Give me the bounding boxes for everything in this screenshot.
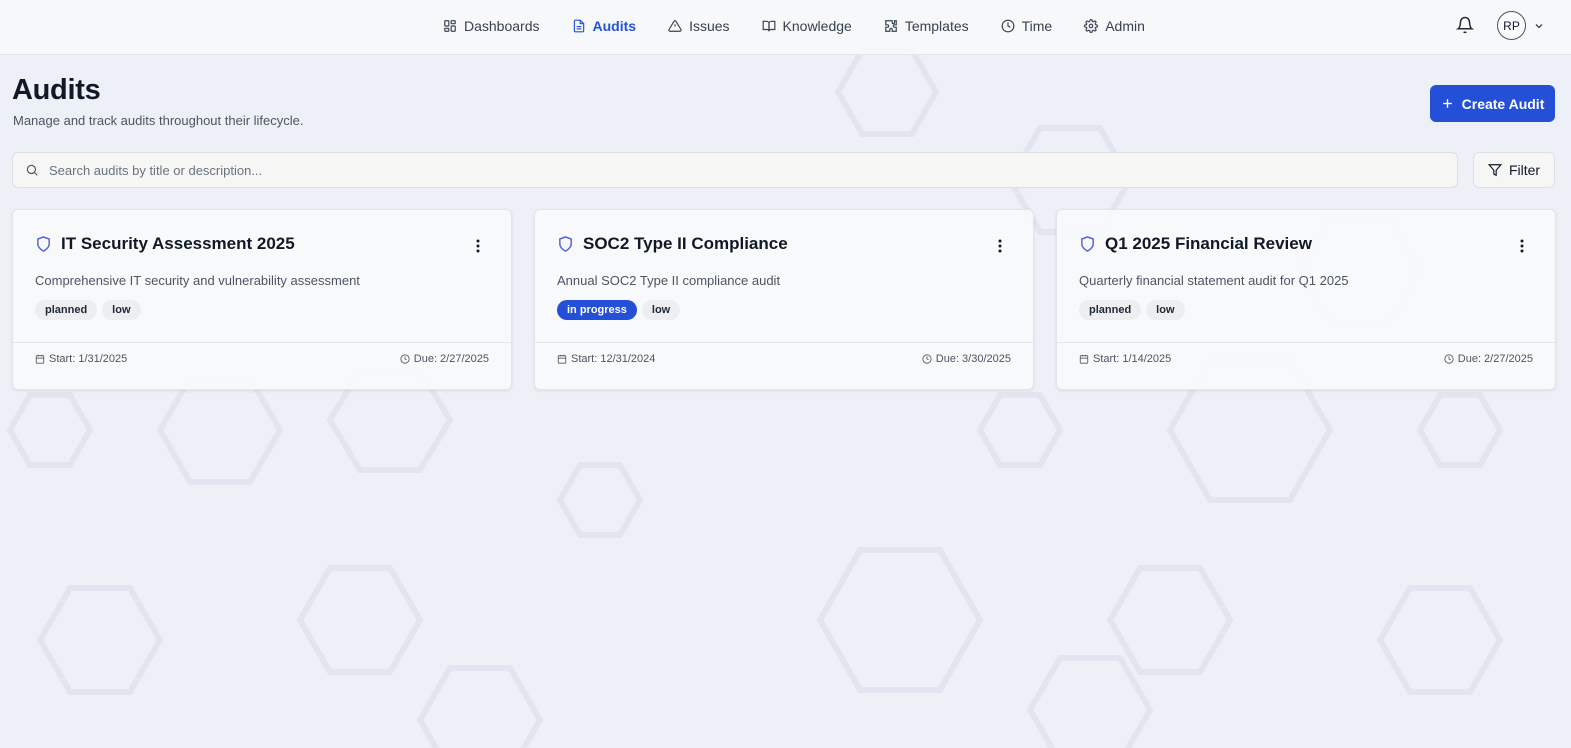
card-footer: Start: 1/14/2025 Due: 2/27/2025 xyxy=(1079,353,1533,365)
audit-card-grid: IT Security Assessment 2025 Comprehensiv… xyxy=(12,209,1556,390)
user-avatar[interactable]: RP xyxy=(1497,11,1526,40)
card-header: SOC2 Type II Compliance xyxy=(557,234,788,254)
search-icon xyxy=(26,164,38,176)
due-date-text: Due: 3/30/2025 xyxy=(935,353,1011,365)
audit-card[interactable]: IT Security Assessment 2025 Comprehensiv… xyxy=(12,209,512,390)
search-input[interactable] xyxy=(49,162,1457,178)
file-text-icon xyxy=(573,19,584,33)
more-vertical-icon[interactable] xyxy=(997,238,1003,254)
nav-item-templates[interactable]: Templates xyxy=(884,18,969,34)
priority-badge: low xyxy=(641,300,681,320)
nav-item-time[interactable]: Time xyxy=(1001,18,1053,34)
start-date: Start: 1/14/2025 xyxy=(1079,353,1171,365)
top-navigation-bar: Dashboards Audits Issues Knowledge Templ… xyxy=(0,0,1571,55)
start-date-text: Start: 1/31/2025 xyxy=(49,353,128,365)
card-footer: Start: 12/31/2024 Due: 3/30/2025 xyxy=(557,353,1011,365)
start-date: Start: 12/31/2024 xyxy=(557,353,655,365)
nav-label-issues: Issues xyxy=(689,18,730,34)
card-footer: Start: 1/31/2025 Due: 2/27/2025 xyxy=(35,353,489,365)
card-title: SOC2 Type II Compliance xyxy=(583,234,788,253)
nav-label-dashboards: Dashboards xyxy=(464,18,540,34)
search-bar xyxy=(12,152,1458,188)
card-divider xyxy=(535,342,1033,343)
main-nav: Dashboards Audits Issues Knowledge Templ… xyxy=(443,0,1177,52)
shield-icon xyxy=(1081,236,1094,252)
due-date: Due: 2/27/2025 xyxy=(1444,353,1533,365)
card-badges: in progress low xyxy=(557,300,681,320)
clock-icon xyxy=(1444,354,1454,364)
due-date: Due: 3/30/2025 xyxy=(922,353,1011,365)
create-audit-button[interactable]: Create Audit xyxy=(1430,85,1555,122)
card-header: Q1 2025 Financial Review xyxy=(1079,234,1312,254)
calendar-icon xyxy=(557,354,567,364)
clock-icon xyxy=(1001,19,1015,33)
status-badge: in progress xyxy=(557,300,637,320)
nav-item-admin[interactable]: Admin xyxy=(1084,18,1145,34)
filter-label: Filter xyxy=(1508,162,1541,178)
nav-item-dashboards[interactable]: Dashboards xyxy=(443,18,540,34)
shield-icon xyxy=(559,236,572,252)
card-title: IT Security Assessment 2025 xyxy=(61,234,295,253)
more-vertical-icon[interactable] xyxy=(1519,238,1525,254)
alert-triangle-icon xyxy=(668,20,682,32)
notification-bell-icon[interactable] xyxy=(1456,16,1474,34)
card-description: Comprehensive IT security and vulnerabil… xyxy=(35,273,360,288)
audit-card[interactable]: Q1 2025 Financial Review Quarterly finan… xyxy=(1056,209,1556,390)
status-badge: planned xyxy=(35,300,98,320)
page-title: Audits xyxy=(12,74,101,106)
plus-icon xyxy=(1442,99,1452,108)
filter-icon xyxy=(1487,164,1502,177)
card-description: Annual SOC2 Type II compliance audit xyxy=(557,273,781,288)
shield-icon xyxy=(37,236,50,252)
more-vertical-icon[interactable] xyxy=(475,238,481,254)
card-divider xyxy=(1057,342,1555,343)
card-title: Q1 2025 Financial Review xyxy=(1105,234,1312,253)
nav-item-audits[interactable]: Audits xyxy=(572,18,637,34)
nav-item-issues[interactable]: Issues xyxy=(668,18,730,34)
gear-icon xyxy=(1084,19,1099,33)
nav-label-audits: Audits xyxy=(592,18,637,34)
card-header: IT Security Assessment 2025 xyxy=(35,234,295,254)
calendar-icon xyxy=(1079,354,1089,364)
filter-button[interactable]: Filter xyxy=(1473,152,1555,188)
create-audit-label: Create Audit xyxy=(1461,95,1545,112)
priority-badge: low xyxy=(102,300,141,320)
due-date-text: Due: 2/27/2025 xyxy=(1457,353,1533,365)
nav-label-templates: Templates xyxy=(904,18,969,34)
book-icon xyxy=(762,20,775,32)
priority-badge: low xyxy=(1146,300,1185,320)
page-subtitle: Manage and track audits throughout their… xyxy=(13,113,304,128)
card-badges: planned low xyxy=(1079,300,1185,320)
clock-icon xyxy=(400,354,410,364)
card-description: Quarterly financial statement audit for … xyxy=(1079,273,1349,288)
chevron-down-icon[interactable] xyxy=(1533,20,1545,32)
start-date-text: Start: 12/31/2024 xyxy=(571,353,656,365)
nav-label-admin: Admin xyxy=(1105,18,1145,34)
card-badges: planned low xyxy=(35,300,141,320)
puzzle-icon xyxy=(884,20,897,32)
calendar-icon xyxy=(35,354,45,364)
nav-label-time: Time xyxy=(1021,18,1053,34)
status-badge: planned xyxy=(1079,300,1142,320)
start-date-text: Start: 1/14/2025 xyxy=(1093,353,1172,365)
due-date-text: Due: 2/27/2025 xyxy=(413,353,489,365)
due-date: Due: 2/27/2025 xyxy=(400,353,489,365)
card-divider xyxy=(13,342,511,343)
clock-icon xyxy=(922,354,932,364)
dashboard-icon xyxy=(444,20,456,32)
start-date: Start: 1/31/2025 xyxy=(35,353,127,365)
nav-label-knowledge: Knowledge xyxy=(782,18,852,34)
nav-item-knowledge[interactable]: Knowledge xyxy=(762,18,852,34)
user-initials: RP xyxy=(1503,18,1520,33)
audit-card[interactable]: SOC2 Type II Compliance Annual SOC2 Type… xyxy=(534,209,1034,390)
